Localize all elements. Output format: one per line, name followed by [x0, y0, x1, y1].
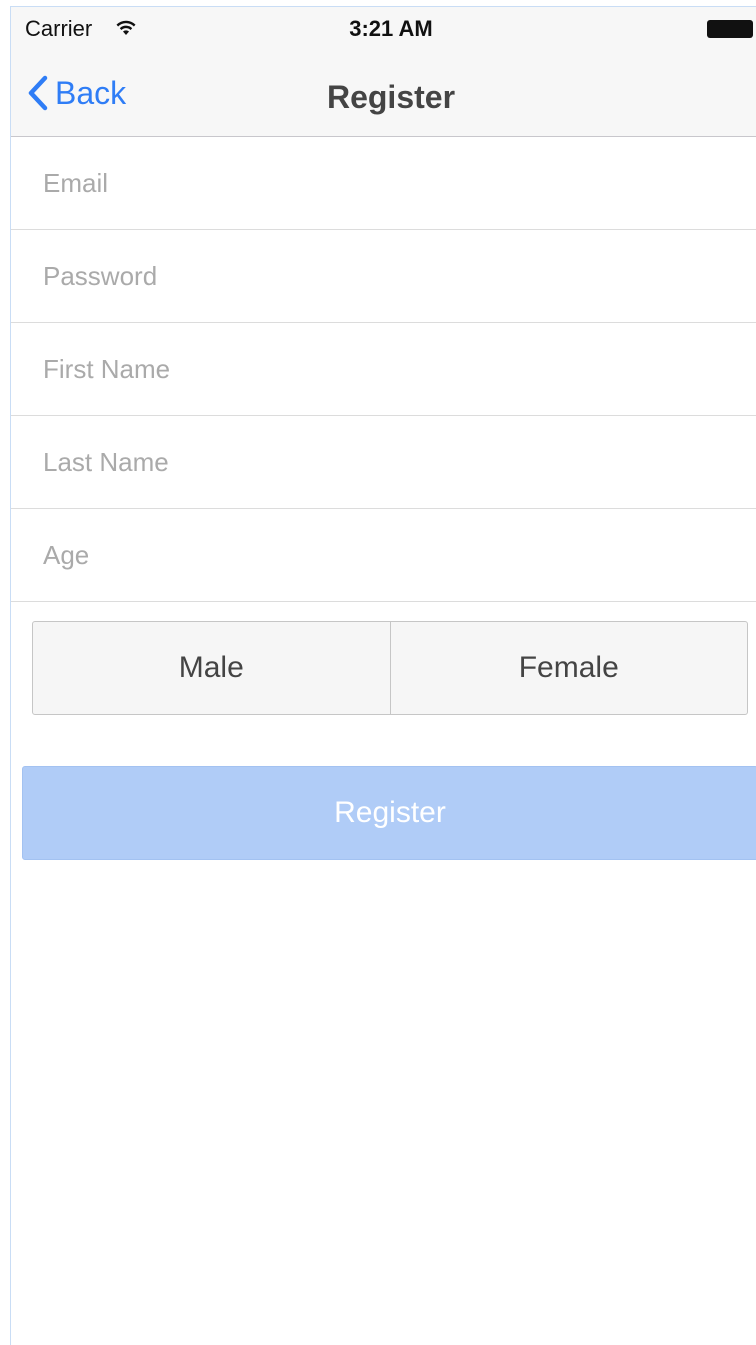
password-field[interactable] — [43, 230, 733, 322]
email-row — [11, 137, 756, 230]
first-name-row — [11, 323, 756, 416]
register-form — [11, 137, 756, 602]
gender-option-male[interactable]: Male — [33, 622, 390, 714]
app-screen: Carrier 3:21 AM Back Register Email Firs… — [10, 6, 756, 1345]
last-name-field[interactable] — [43, 416, 733, 508]
battery-icon — [707, 20, 753, 38]
navigation-bar: Back Register — [11, 49, 756, 137]
status-bar: Carrier 3:21 AM — [11, 7, 756, 49]
last-name-row — [11, 416, 756, 509]
gender-segmented-control: Male Female — [32, 621, 748, 715]
first-name-field[interactable] — [43, 323, 733, 415]
email-field[interactable] — [43, 137, 733, 229]
status-time: 3:21 AM — [349, 16, 433, 41]
page-title: Register — [326, 79, 456, 115]
register-button[interactable]: Register — [22, 766, 756, 860]
age-field[interactable] — [43, 509, 733, 601]
age-row — [11, 509, 756, 602]
gender-option-female[interactable]: Female — [389, 622, 748, 714]
password-row — [11, 230, 756, 323]
